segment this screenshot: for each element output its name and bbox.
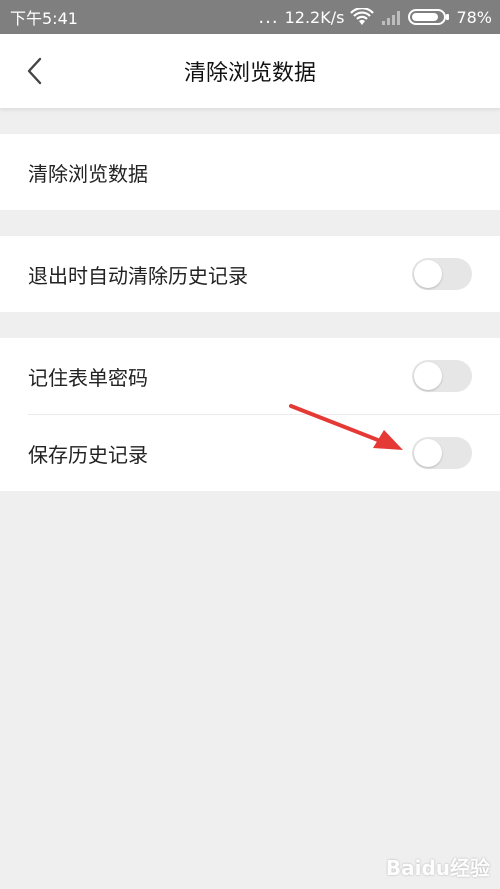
toggle-knob (414, 362, 442, 390)
wifi-icon (350, 8, 375, 26)
status-indicators: ... 12.2K/s 78% (258, 7, 492, 28)
annotation-arrow-icon (289, 404, 403, 450)
section-clear: 清除浏览数据 (0, 134, 500, 210)
toggle-knob (414, 439, 442, 467)
network-speed: 12.2K/s (284, 7, 345, 27)
save-history-label: 保存历史记录 (28, 442, 148, 467)
chevron-left-icon (27, 57, 42, 85)
auto-clear-label: 退出时自动清除历史记录 (28, 263, 248, 288)
remember-password-label: 记住表单密码 (28, 365, 148, 390)
clear-browsing-data-label: 清除浏览数据 (28, 161, 148, 186)
back-button[interactable] (20, 53, 48, 89)
page-header: 清除浏览数据 (0, 34, 500, 108)
remember-password-item[interactable]: 记住表单密码 (0, 338, 500, 414)
remember-password-toggle[interactable] (412, 360, 472, 392)
clear-browsing-data-item[interactable]: 清除浏览数据 (0, 134, 500, 210)
page-title: 清除浏览数据 (183, 61, 316, 86)
signal-icon (380, 9, 402, 25)
more-dots-icon: ... (258, 6, 279, 28)
status-time: 下午5:41 (10, 9, 78, 28)
auto-clear-toggle[interactable] (412, 258, 472, 290)
watermark-text: Baidu经验 (385, 856, 490, 880)
save-history-item[interactable]: 保存历史记录 (0, 415, 500, 491)
auto-clear-item[interactable]: 退出时自动清除历史记录 (0, 236, 500, 312)
battery-percent: 78% (456, 7, 492, 27)
toggle-knob (414, 260, 442, 288)
status-bar: 下午5:41 ... 12.2K/s 78% (0, 0, 500, 34)
baidu-jingyan-watermark: Baidu经验 (386, 852, 490, 881)
battery-icon (408, 8, 450, 26)
section-privacy: 记住表单密码 保存历史记录 (0, 338, 500, 491)
save-history-toggle[interactable] (412, 437, 472, 469)
section-auto-clear: 退出时自动清除历史记录 (0, 236, 500, 312)
